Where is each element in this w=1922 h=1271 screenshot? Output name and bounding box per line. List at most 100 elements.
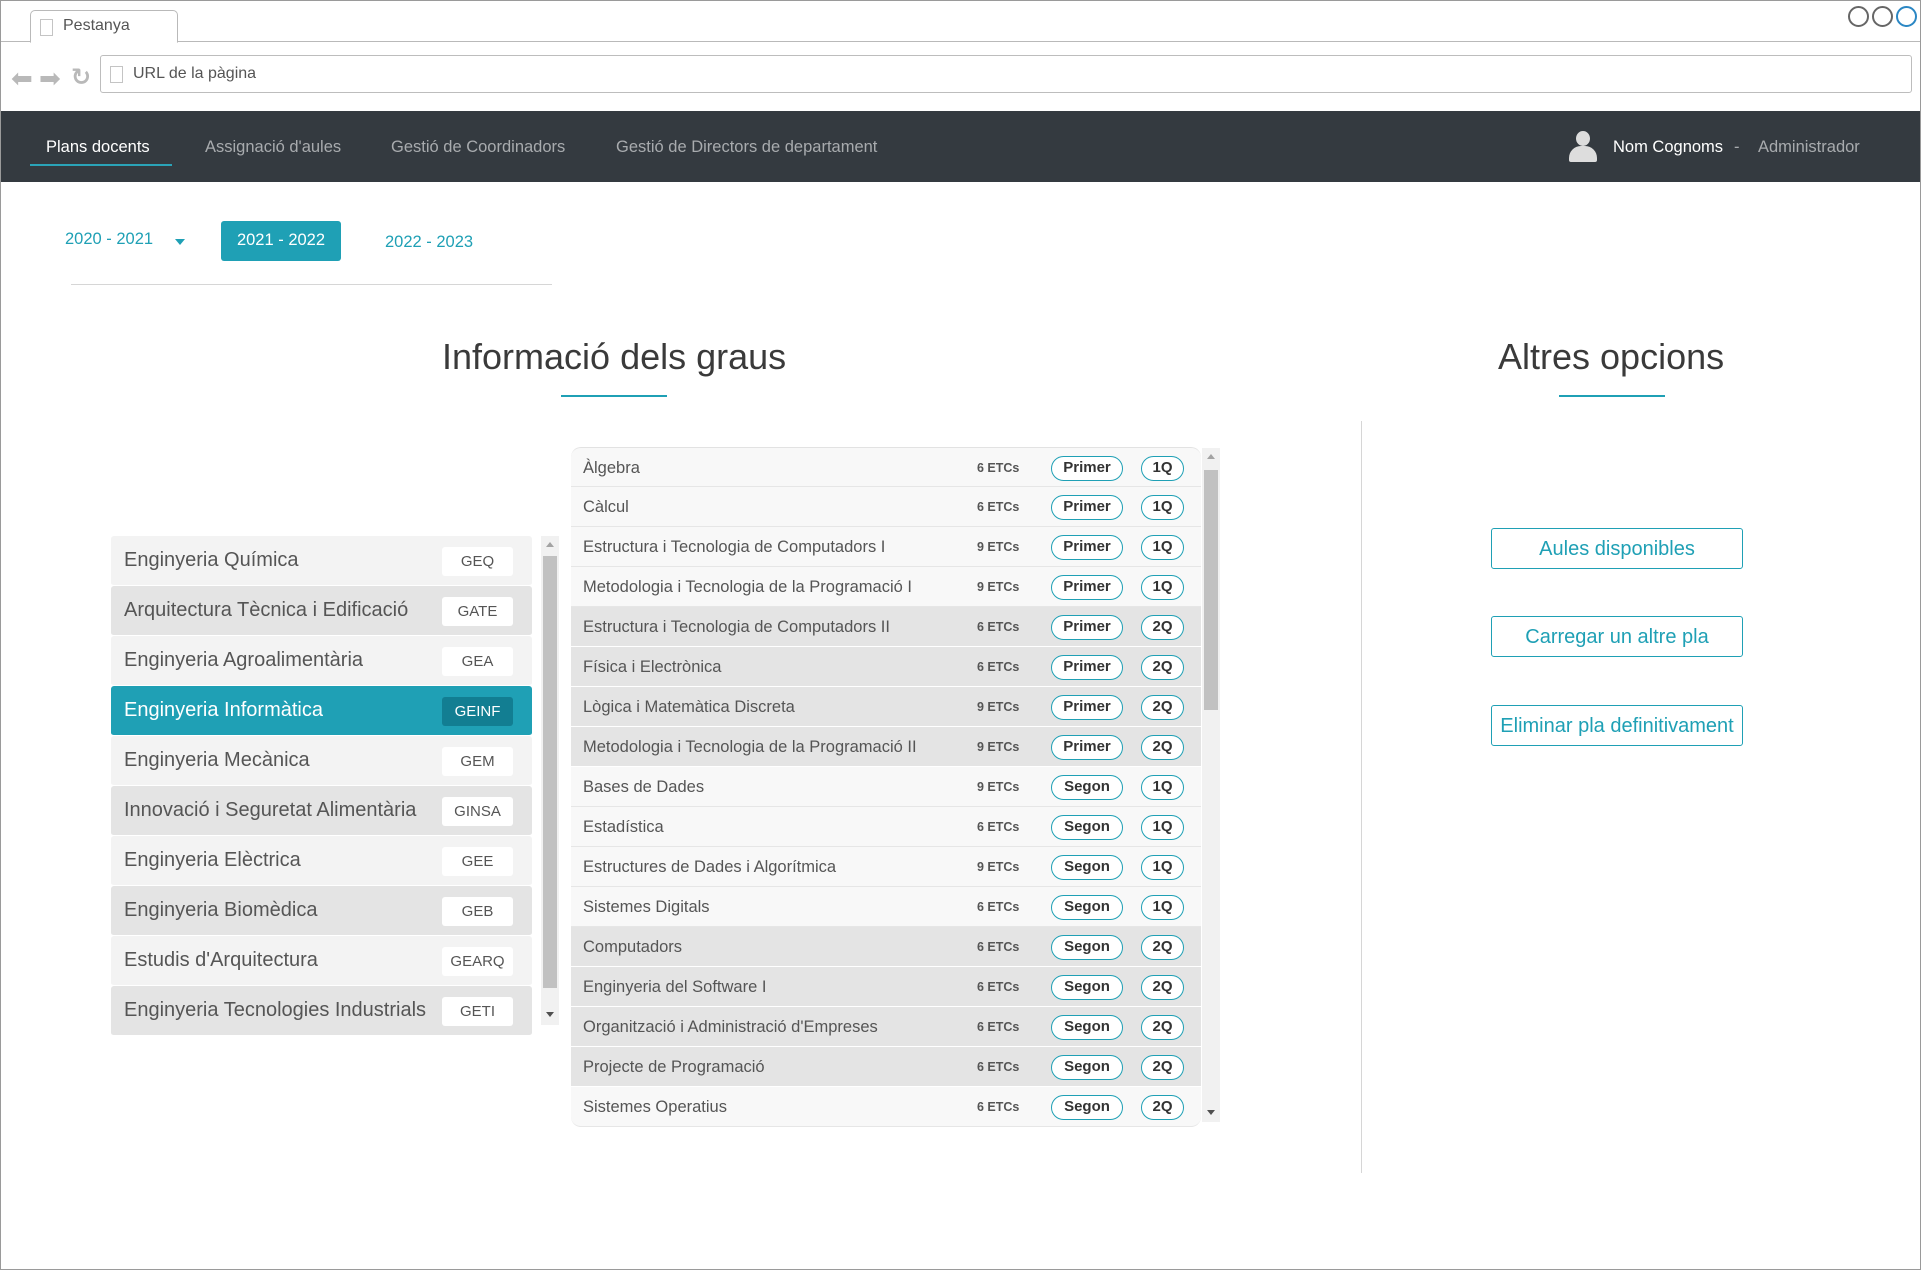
subject-row[interactable]: Física i Electrònica 6 ETCs Primer 2Q: [571, 647, 1201, 687]
scroll-up-icon[interactable]: [546, 542, 554, 547]
subject-quarter-badge: 2Q: [1141, 1015, 1184, 1040]
degree-item[interactable]: Estudis d'Arquitectura GEARQ: [111, 936, 532, 986]
degree-code-badge: GEINF: [442, 697, 513, 726]
subject-row[interactable]: Sistemes Operatius 6 ETCs Segon 2Q: [571, 1087, 1201, 1127]
degree-name: Enginyeria Química: [124, 549, 299, 571]
subject-name: Organització i Administració d'Empreses: [583, 1018, 878, 1036]
caret-down-icon[interactable]: [175, 239, 185, 245]
degree-name: Enginyeria Biomèdica: [124, 899, 318, 921]
scrollbar-thumb[interactable]: [543, 556, 557, 988]
subject-row[interactable]: Lògica i Matemàtica Discreta 9 ETCs Primer…: [571, 687, 1201, 727]
year-prev[interactable]: 2020 - 2021: [65, 230, 153, 249]
close-button[interactable]: [1896, 6, 1917, 27]
user-name[interactable]: Nom Cognoms: [1613, 138, 1723, 157]
scroll-down-icon[interactable]: [1207, 1110, 1215, 1115]
subject-name: Física i Electrònica: [583, 658, 722, 676]
subject-row[interactable]: Sistemes Digitals 6 ETCs Segon 1Q: [571, 887, 1201, 927]
degrees-scrollbar[interactable]: [541, 536, 559, 1025]
subject-row[interactable]: Metodologia i Tecnologia de la Programac…: [571, 727, 1201, 767]
browser-tab[interactable]: Pestanya: [30, 10, 178, 43]
tab-strip: Pestanya: [1, 1, 1920, 43]
subject-row[interactable]: Càlcul 6 ETCs Primer 1Q: [571, 487, 1201, 527]
subject-row[interactable]: Estructura i Tecnologia de Computadors I…: [571, 607, 1201, 647]
subjects-scrollbar[interactable]: [1202, 448, 1220, 1122]
load-plan-button[interactable]: Carregar un altre pla: [1491, 616, 1743, 657]
nav-plans-docents[interactable]: Plans docents: [46, 138, 150, 157]
page-icon: [40, 19, 53, 36]
degree-item[interactable]: Enginyeria Informàtica GEINF: [111, 686, 532, 736]
subjects-list: Àlgebra 6 ETCs Primer 1Q Càlcul 6 ETCs Primer 1…: [571, 447, 1201, 1127]
subject-name: Àlgebra: [583, 459, 640, 477]
available-rooms-button[interactable]: Aules disponibles: [1491, 528, 1743, 569]
subject-row[interactable]: Estadística 6 ETCs Segon 1Q: [571, 807, 1201, 847]
subject-name: Estructura i Tecnologia de Computadors I…: [583, 618, 890, 636]
subject-name: Càlcul: [583, 498, 629, 516]
url-input[interactable]: URL de la pàgina: [100, 55, 1912, 93]
degrees-title-underline: [561, 395, 667, 397]
degree-name: Enginyeria Mecànica: [124, 749, 310, 771]
subject-quarter-badge: 1Q: [1141, 775, 1184, 800]
degree-item[interactable]: Arquitectura Tècnica i Edificació GATE: [111, 586, 532, 636]
subject-credits: 6 ETCs: [977, 461, 1020, 475]
degree-code-badge: GEQ: [442, 547, 513, 576]
degree-code-badge: GEB: [442, 897, 513, 926]
subject-row[interactable]: Organització i Administració d'Empreses 6…: [571, 1007, 1201, 1047]
degree-name: Enginyeria Informàtica: [124, 699, 323, 721]
subject-quarter-badge: 1Q: [1141, 575, 1184, 600]
degree-code-badge: GEM: [442, 747, 513, 776]
subject-quarter-badge: 2Q: [1141, 735, 1184, 760]
subject-row[interactable]: Metodologia i Tecnologia de la Programac…: [571, 567, 1201, 607]
subject-credits: 6 ETCs: [977, 900, 1020, 914]
maximize-button[interactable]: [1872, 6, 1893, 27]
year-current[interactable]: 2021 - 2022: [221, 221, 341, 261]
subject-credits: 6 ETCs: [977, 500, 1020, 514]
back-arrow-icon[interactable]: ⬅: [11, 65, 33, 91]
subject-quarter-badge: 1Q: [1141, 855, 1184, 880]
scroll-down-icon[interactable]: [546, 1012, 554, 1017]
degree-item[interactable]: Enginyeria Elèctrica GEE: [111, 836, 532, 886]
subject-row[interactable]: Estructura i Tecnologia de Computadors I…: [571, 527, 1201, 567]
scroll-up-icon[interactable]: [1207, 454, 1215, 459]
subject-credits: 9 ETCs: [977, 860, 1020, 874]
subject-credits: 6 ETCs: [977, 980, 1020, 994]
subject-year-badge: Primer: [1051, 695, 1123, 720]
reload-icon[interactable]: ↻: [71, 65, 91, 91]
app-navbar: Plans docents Assignació d'aules Gestió …: [1, 111, 1920, 182]
degree-name: Innovació i Seguretat Alimentària: [124, 799, 417, 821]
nav-gestio-coordinadors[interactable]: Gestió de Coordinadors: [391, 138, 565, 157]
subject-row[interactable]: Projecte de Programació 6 ETCs Segon 2Q: [571, 1047, 1201, 1087]
degree-item[interactable]: Enginyeria Tecnologies Industrials GETI: [111, 986, 532, 1036]
subject-year-badge: Segon: [1051, 935, 1123, 960]
degree-item[interactable]: Enginyeria Biomèdica GEB: [111, 886, 532, 936]
page-icon: [110, 66, 123, 83]
subject-credits: 6 ETCs: [977, 1100, 1020, 1114]
tab-title: Pestanya: [63, 17, 130, 34]
degree-item[interactable]: Enginyeria Química GEQ: [111, 536, 532, 586]
nav-assignacio-aules[interactable]: Assignació d'aules: [205, 138, 341, 157]
subject-quarter-badge: 2Q: [1141, 935, 1184, 960]
degree-name: Arquitectura Tècnica i Edificació: [124, 599, 409, 621]
subject-name: Enginyeria del Software I: [583, 978, 767, 996]
year-next[interactable]: 2022 - 2023: [385, 233, 473, 252]
subject-row[interactable]: Bases de Dades 9 ETCs Segon 1Q: [571, 767, 1201, 807]
subject-credits: 9 ETCs: [977, 540, 1020, 554]
scrollbar-thumb[interactable]: [1204, 470, 1218, 710]
subject-quarter-badge: 2Q: [1141, 695, 1184, 720]
minimize-button[interactable]: [1848, 6, 1869, 27]
degree-item[interactable]: Innovació i Seguretat Alimentària GINSA: [111, 786, 532, 836]
degree-code-badge: GINSA: [442, 797, 513, 826]
subject-year-badge: Segon: [1051, 775, 1123, 800]
subject-quarter-badge: 1Q: [1141, 895, 1184, 920]
nav-gestio-directors[interactable]: Gestió de Directors de departament: [616, 138, 877, 157]
subject-row[interactable]: Àlgebra 6 ETCs Primer 1Q: [571, 447, 1201, 487]
subject-row[interactable]: Enginyeria del Software I 6 ETCs Segon 2Q: [571, 967, 1201, 1007]
delete-plan-button[interactable]: Eliminar pla definitivament: [1491, 705, 1743, 746]
subject-name: Bases de Dades: [583, 778, 705, 796]
subject-name: Sistemes Operatius: [583, 1098, 727, 1116]
user-icon[interactable]: [1568, 131, 1598, 163]
subject-row[interactable]: Estructures de Dades i Algorítmica 9 ETCs…: [571, 847, 1201, 887]
subject-row[interactable]: Computadors 6 ETCs Segon 2Q: [571, 927, 1201, 967]
degree-item[interactable]: Enginyeria Mecànica GEM: [111, 736, 532, 786]
forward-arrow-icon[interactable]: ➡: [39, 65, 61, 91]
degree-item[interactable]: Enginyeria Agroalimentària GEA: [111, 636, 532, 686]
